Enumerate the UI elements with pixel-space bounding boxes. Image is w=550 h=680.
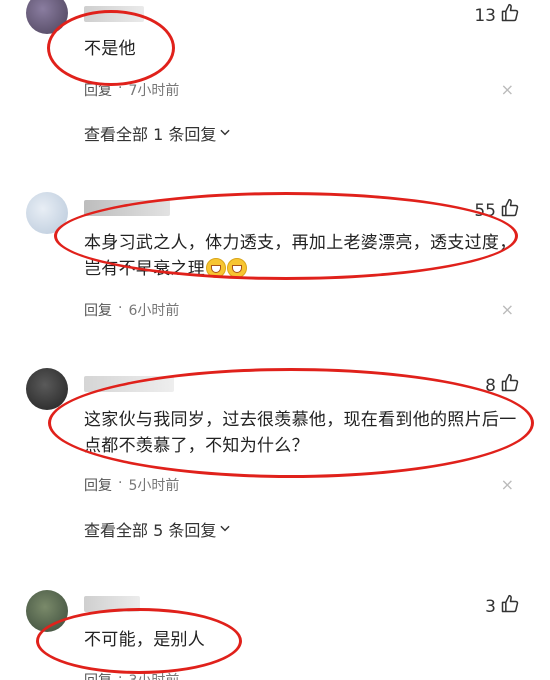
separator-dot: ·	[118, 475, 123, 491]
username-blurred[interactable]	[84, 596, 140, 612]
username-blurred[interactable]	[84, 200, 170, 216]
avatar[interactable]	[26, 192, 68, 234]
like-button[interactable]: 55	[474, 198, 520, 223]
reply-link[interactable]: 回复	[84, 300, 112, 320]
chevron-down-icon	[218, 124, 232, 143]
like-count: 8	[485, 375, 496, 396]
comment-text: 不可能，是别人	[84, 630, 206, 650]
separator-dot: ·	[118, 300, 123, 316]
username-blurred[interactable]	[84, 376, 174, 392]
comment-meta: 回复 · 6小时前	[84, 300, 179, 320]
separator-dot: ·	[118, 80, 123, 96]
thumbs-up-icon	[500, 594, 520, 619]
reply-link[interactable]: 回复	[84, 670, 112, 680]
username-blurred[interactable]	[84, 6, 144, 22]
view-all-replies-button[interactable]: 查看全部 5 条回复	[84, 517, 232, 541]
timestamp: 3小时前	[128, 670, 179, 680]
thumbs-up-icon	[500, 373, 520, 398]
comment-text: 本身习武之人，体力透支，再加上老婆漂亮，透支过度，岂有不早衰之理	[84, 233, 517, 279]
reply-link[interactable]: 回复	[84, 475, 112, 495]
like-count: 55	[474, 200, 496, 221]
like-count: 13	[474, 5, 496, 26]
comment-meta: 回复 · 5小时前	[84, 475, 179, 495]
reply-link[interactable]: 回复	[84, 80, 112, 100]
separator-dot: ·	[118, 670, 123, 680]
close-icon[interactable]: ×	[501, 80, 514, 99]
view-all-label: 查看全部 1 条回复	[84, 125, 217, 144]
thumbs-up-icon	[500, 198, 520, 223]
avatar[interactable]	[26, 368, 68, 410]
comment-text: 不是他	[84, 39, 136, 59]
avatar[interactable]	[26, 0, 68, 34]
timestamp: 6小时前	[128, 303, 180, 319]
view-all-label: 查看全部 5 条回复	[84, 521, 217, 540]
comment-text: 这家伙与我同岁，过去很羡慕他，现在看到他的照片后一点都不羡慕了，不知为什么？	[84, 410, 517, 456]
grimacing-emoji-icon	[227, 258, 248, 278]
close-icon[interactable]: ×	[501, 475, 514, 494]
close-icon[interactable]: ×	[501, 300, 514, 319]
timestamp: 7小时前	[128, 83, 180, 99]
like-button[interactable]: 8	[485, 373, 520, 398]
thumbs-up-icon	[500, 3, 520, 28]
like-button[interactable]: 3	[485, 594, 520, 619]
comment-meta: 回复 · 3小时前	[84, 670, 179, 680]
chevron-down-icon	[218, 520, 232, 539]
like-count: 3	[485, 596, 496, 617]
like-button[interactable]: 13	[474, 3, 520, 28]
avatar[interactable]	[26, 590, 68, 632]
view-all-replies-button[interactable]: 查看全部 1 条回复	[84, 121, 232, 145]
grinning-emoji-icon	[206, 258, 227, 278]
comment-meta: 回复 · 7小时前	[84, 80, 179, 100]
timestamp: 5小时前	[128, 478, 180, 494]
